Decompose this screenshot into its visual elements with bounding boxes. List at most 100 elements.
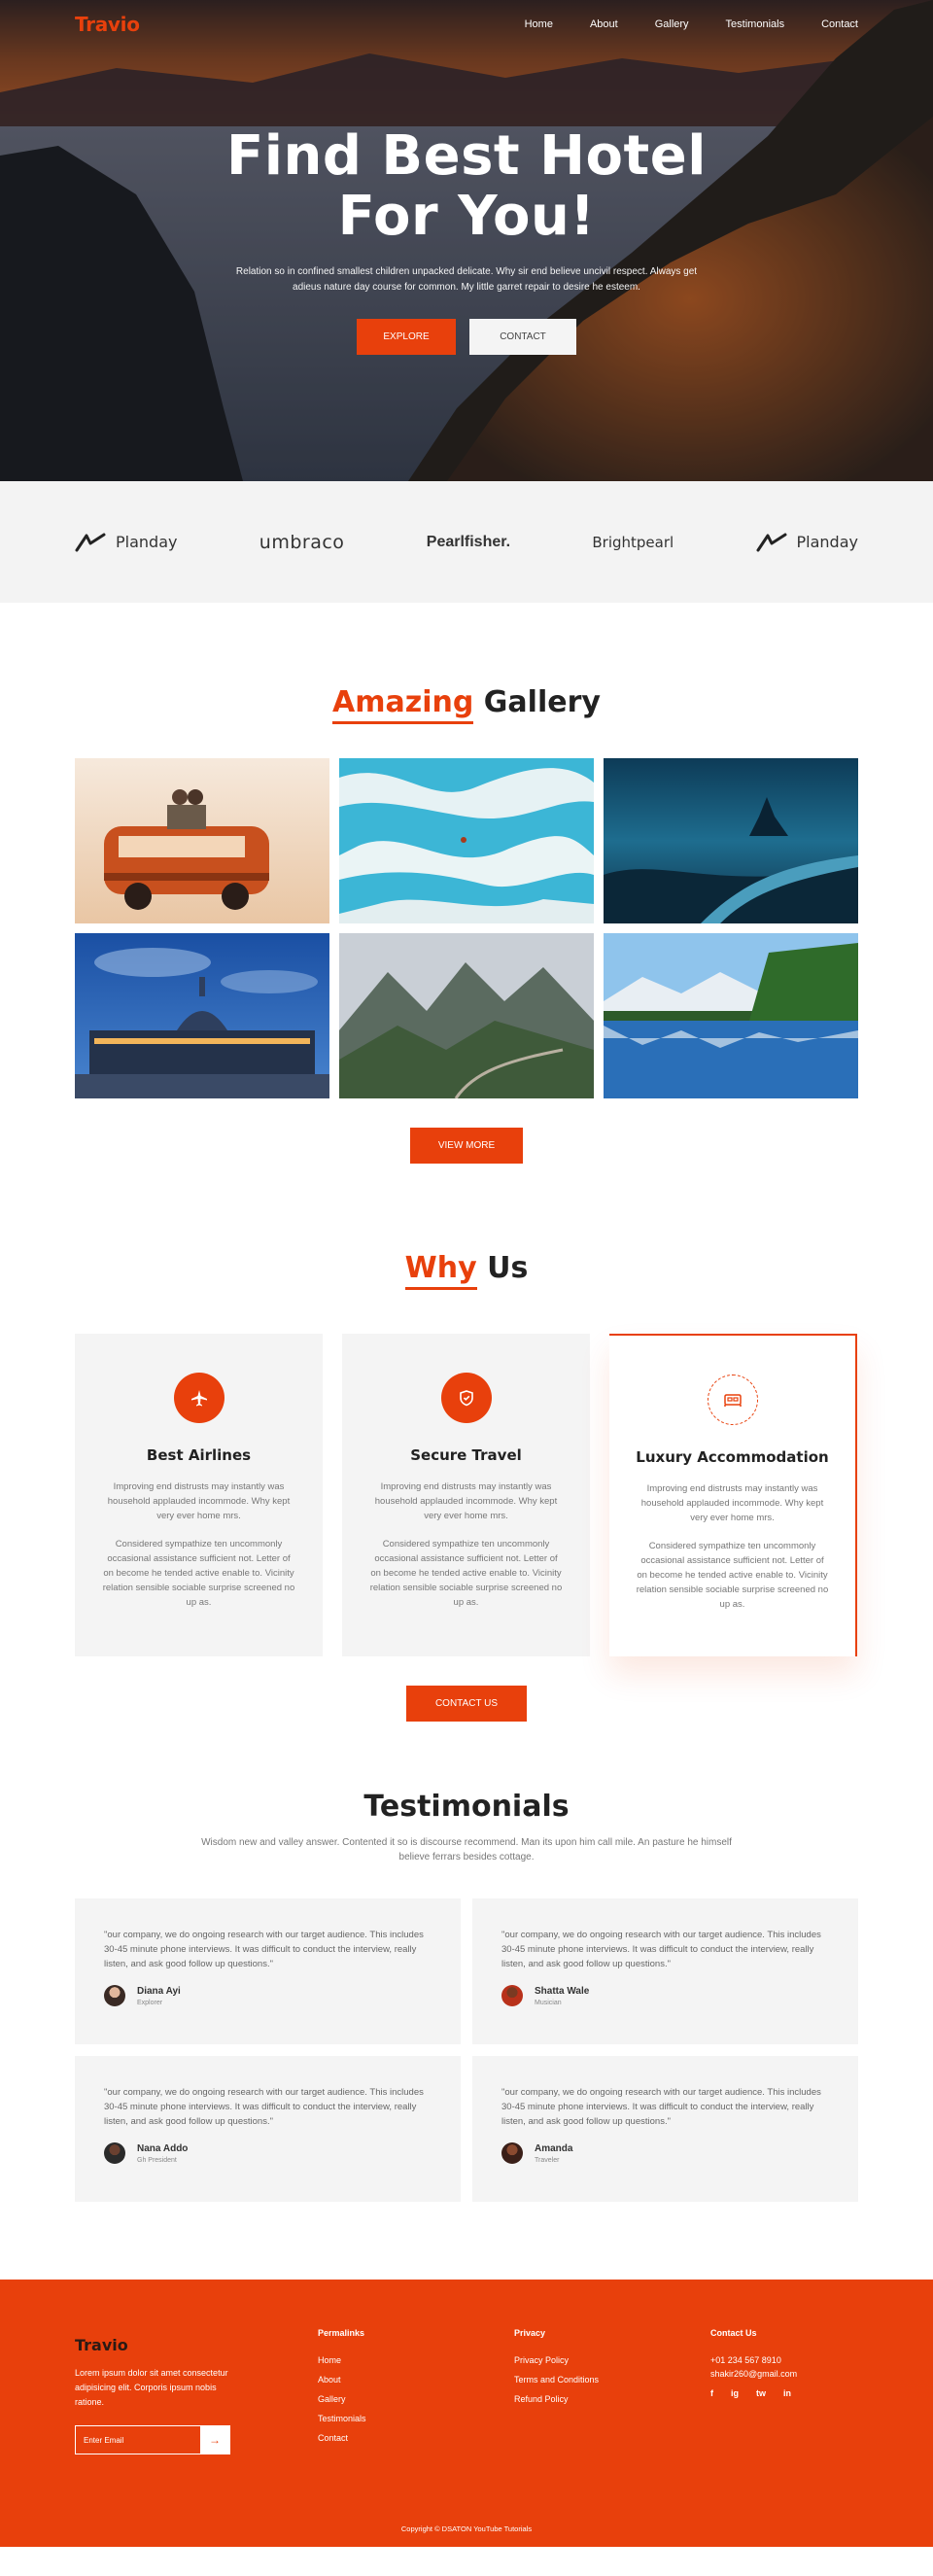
why-card-secure[interactable]: Secure Travel Improving end distrusts ma… bbox=[342, 1334, 590, 1656]
contact-button[interactable]: CONTACT bbox=[469, 319, 576, 355]
nav-link-gallery[interactable]: Gallery bbox=[655, 18, 689, 30]
footer-email[interactable]: shakir260@gmail.com bbox=[710, 2369, 856, 2379]
why-card-airlines[interactable]: Best Airlines Improving end distrusts ma… bbox=[75, 1334, 323, 1656]
shield-icon bbox=[440, 1373, 492, 1423]
gallery-title: Amazing Gallery bbox=[0, 685, 933, 724]
avatar bbox=[501, 1985, 523, 2006]
footer-phone: +01 234 567 8910 bbox=[710, 2355, 781, 2365]
footer-link-gallery[interactable]: Gallery bbox=[318, 2394, 514, 2404]
testimonial-quote: "our company, we do ongoing research wit… bbox=[501, 2087, 821, 2127]
brand-name: Brightpearl bbox=[592, 533, 674, 551]
hero-buttons: EXPLORE CONTACT bbox=[0, 319, 933, 355]
footer-heading: Privacy bbox=[514, 2328, 546, 2338]
brand-brightpearl: Brightpearl bbox=[592, 534, 674, 551]
nav-link-about[interactable]: About bbox=[590, 18, 618, 30]
twitter-icon[interactable]: tw bbox=[756, 2388, 766, 2398]
social-links: f ig tw in bbox=[710, 2388, 856, 2398]
testimonial-role: Traveler bbox=[535, 2156, 560, 2164]
footer-link-privacy-policy[interactable]: Privacy Policy bbox=[514, 2355, 710, 2365]
why-title-rest: Us bbox=[476, 1251, 529, 1285]
email-input[interactable] bbox=[76, 2426, 200, 2454]
testimonial-card: "our company, we do ongoing research wit… bbox=[472, 2056, 858, 2202]
testimonial-role: Gh President bbox=[137, 2156, 177, 2164]
subscribe-form: → bbox=[75, 2425, 230, 2454]
testimonial-card: "our company, we do ongoing research wit… bbox=[472, 1898, 858, 2044]
footer-logo[interactable]: Travio bbox=[75, 2336, 318, 2354]
footer-heading: Contact Us bbox=[710, 2328, 757, 2338]
planday-logo-icon bbox=[756, 533, 787, 551]
testimonial-card: "our company, we do ongoing research wit… bbox=[75, 2056, 461, 2202]
logo[interactable]: Travio bbox=[75, 13, 140, 36]
gallery-title-rest: Gallery bbox=[473, 685, 601, 719]
avatar bbox=[501, 2142, 523, 2164]
testimonial-quote: "our company, we do ongoing research wit… bbox=[501, 1930, 821, 1969]
footer-link-about[interactable]: About bbox=[318, 2375, 514, 2385]
hero-subtitle: Relation so in confined smallest childre… bbox=[235, 266, 698, 293]
testimonial-role: Explorer bbox=[137, 1999, 163, 2006]
hero-section: Travio Home About Gallery Testimonials C… bbox=[0, 0, 933, 481]
hero-title: Find Best Hotel For You! bbox=[0, 126, 933, 247]
testimonials-section: Testimonials Wisdom new and valley answe… bbox=[0, 1722, 933, 2202]
testimonial-person: Diana Ayi Explorer bbox=[104, 1985, 432, 2006]
why-cards: Best Airlines Improving end distrusts ma… bbox=[75, 1334, 858, 1656]
testimonial-person: Shatta Wale Musician bbox=[501, 1985, 829, 2006]
brand-planday: Planday bbox=[75, 532, 177, 553]
footer-link-refund[interactable]: Refund Policy bbox=[514, 2394, 710, 2404]
hero-content: Find Best Hotel For You! Relation so in … bbox=[0, 126, 933, 355]
footer-description: Lorem ipsum dolor sit amet consectetur a… bbox=[75, 2368, 228, 2407]
testimonial-card: "our company, we do ongoing research wit… bbox=[75, 1898, 461, 2044]
gallery-image-pools[interactable] bbox=[339, 758, 594, 923]
testimonial-name: Amanda bbox=[535, 2142, 573, 2154]
hero-title-line1: Find Best Hotel bbox=[226, 124, 707, 188]
avatar bbox=[104, 1985, 125, 2006]
explore-button[interactable]: EXPLORE bbox=[357, 319, 456, 355]
brand-name: Pearlfisher. bbox=[426, 533, 511, 550]
why-us-section: Why Us Best Airlines Improving end distr… bbox=[0, 1164, 933, 1722]
testimonial-quote: "our company, we do ongoing research wit… bbox=[104, 2087, 424, 2127]
hero-title-line2: For You! bbox=[337, 185, 596, 248]
linkedin-icon[interactable]: in bbox=[783, 2388, 791, 2398]
testimonial-name: Shatta Wale bbox=[535, 1985, 590, 1997]
brand-name: umbraco bbox=[259, 531, 345, 553]
instagram-icon[interactable]: ig bbox=[731, 2388, 739, 2398]
contact-us-wrap: CONTACT US bbox=[0, 1686, 933, 1722]
brand-planday-2: Planday bbox=[756, 532, 858, 553]
why-card-text: Improving end distrusts may instantly wa… bbox=[107, 1481, 291, 1521]
nav-links: Home About Gallery Testimonials Contact bbox=[488, 18, 858, 30]
footer-link-home[interactable]: Home bbox=[318, 2355, 514, 2365]
gallery-image-mountains[interactable] bbox=[339, 933, 594, 1098]
why-card-luxury[interactable]: Luxury Accommodation Improving end distr… bbox=[609, 1334, 857, 1656]
brand-logos-strip: Planday umbraco Pearlfisher. Brightpearl… bbox=[0, 481, 933, 603]
arrow-right-icon: → bbox=[209, 2433, 221, 2447]
why-card-title: Secure Travel bbox=[410, 1446, 522, 1464]
gallery-image-van[interactable] bbox=[75, 758, 329, 923]
airplane-icon bbox=[173, 1373, 225, 1423]
gallery-image-capitol[interactable] bbox=[75, 933, 329, 1098]
avatar bbox=[104, 2142, 125, 2164]
subscribe-button[interactable]: → bbox=[200, 2426, 229, 2454]
view-more-button[interactable]: VIEW MORE bbox=[410, 1128, 523, 1164]
why-card-title: Luxury Accommodation bbox=[636, 1448, 829, 1466]
footer-privacy: Privacy Privacy Policy Terms and Conditi… bbox=[514, 2328, 710, 2454]
why-title: Why Us bbox=[0, 1251, 933, 1290]
testimonials-title: Testimonials bbox=[363, 1790, 570, 1824]
footer-link-contact[interactable]: Contact bbox=[318, 2433, 514, 2443]
facebook-icon[interactable]: f bbox=[710, 2388, 713, 2398]
gallery-title-accent: Amazing bbox=[332, 685, 474, 724]
nav-link-contact[interactable]: Contact bbox=[821, 18, 858, 30]
bed-icon bbox=[707, 1375, 758, 1425]
footer: Travio Lorem ipsum dolor sit amet consec… bbox=[0, 2280, 933, 2547]
why-card-title: Best Airlines bbox=[146, 1446, 252, 1464]
gallery-section: Amazing Gallery VIEW MORE bbox=[0, 603, 933, 1164]
footer-link-testimonials[interactable]: Testimonials bbox=[318, 2414, 514, 2423]
gallery-grid bbox=[75, 758, 858, 1098]
nav-link-home[interactable]: Home bbox=[525, 18, 553, 30]
gallery-image-castle-island[interactable] bbox=[604, 758, 858, 923]
nav-link-testimonials[interactable]: Testimonials bbox=[726, 18, 785, 30]
gallery-image-lake[interactable] bbox=[604, 933, 858, 1098]
why-card-text: Improving end distrusts may instantly wa… bbox=[640, 1483, 824, 1523]
footer-link-terms[interactable]: Terms and Conditions bbox=[514, 2375, 710, 2385]
contact-us-button[interactable]: CONTACT US bbox=[406, 1686, 527, 1722]
why-card-text: Considered sympathize ten uncommonly occ… bbox=[102, 1539, 295, 1608]
footer-about: Travio Lorem ipsum dolor sit amet consec… bbox=[75, 2328, 318, 2454]
